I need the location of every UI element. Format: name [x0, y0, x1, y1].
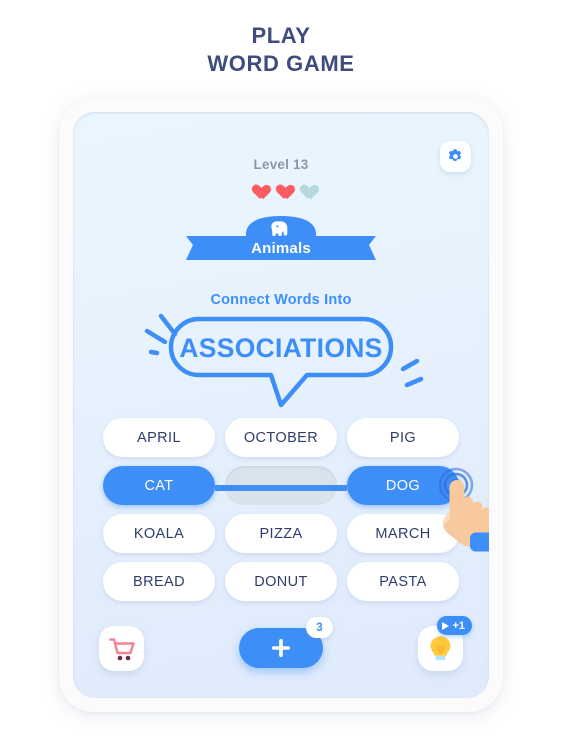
- page-title-line1: PLAY: [251, 23, 311, 48]
- word-pill-pizza[interactable]: PIZZA: [225, 514, 337, 553]
- heart-icon-empty-3: [297, 179, 314, 195]
- page-title: PLAY WORD GAME: [0, 22, 562, 78]
- category-ribbon: Animals: [186, 216, 376, 266]
- word-pill-pasta[interactable]: PASTA: [347, 562, 459, 601]
- word-pill-koala[interactable]: KOALA: [103, 514, 215, 553]
- word-pill-april[interactable]: APRIL: [103, 418, 215, 457]
- word-pill-cat[interactable]: CAT: [103, 466, 215, 505]
- game-card-frame: Level 13 Animals Connect Words Into ASSO…: [59, 98, 503, 712]
- shop-button[interactable]: [99, 626, 144, 671]
- add-words-button[interactable]: 3: [239, 617, 333, 668]
- word-pill-donut[interactable]: DONUT: [225, 562, 337, 601]
- word-pill-bread[interactable]: BREAD: [103, 562, 215, 601]
- word-pill-pig[interactable]: PIG: [347, 418, 459, 457]
- app-screen: PLAY WORD GAME Level 13 Animals Connect …: [0, 0, 562, 750]
- prompt-title: ASSOCIATIONS: [179, 333, 383, 363]
- hint-button[interactable]: +1: [418, 616, 472, 671]
- elephant-icon: [271, 221, 288, 236]
- heart-icon-full-1: [249, 179, 266, 195]
- game-board: Level 13 Animals Connect Words Into ASSO…: [73, 112, 489, 698]
- word-pill-october[interactable]: OCTOBER: [225, 418, 337, 457]
- pointing-hand-cursor: [442, 480, 489, 552]
- heart-icon-full-2: [273, 179, 290, 195]
- hint-reward-badge: +1: [437, 616, 472, 635]
- lives-indicator: [73, 179, 489, 195]
- level-label: Level 13: [253, 157, 309, 172]
- play-icon: [442, 621, 450, 630]
- gear-icon: [449, 149, 461, 162]
- shopping-cart-icon: [108, 637, 135, 660]
- plus-icon: [272, 639, 290, 657]
- page-title-line2: WORD GAME: [207, 51, 355, 76]
- lightbulb-icon: [430, 636, 451, 661]
- prompt-subtitle: Connect Words Into: [210, 292, 352, 308]
- add-words-badge: 3: [306, 617, 333, 638]
- category-label: Animals: [251, 240, 311, 257]
- hint-reward-label: +1: [452, 619, 465, 632]
- speech-bubble: ASSOCIATIONS: [131, 309, 431, 409]
- word-connector-line: [215, 485, 347, 491]
- word-grid: APRIL OCTOBER PIG CAT DOG KOALA PIZZA MA…: [103, 418, 489, 601]
- game-toolbar: 3 +1: [73, 616, 489, 680]
- settings-button[interactable]: [440, 141, 471, 172]
